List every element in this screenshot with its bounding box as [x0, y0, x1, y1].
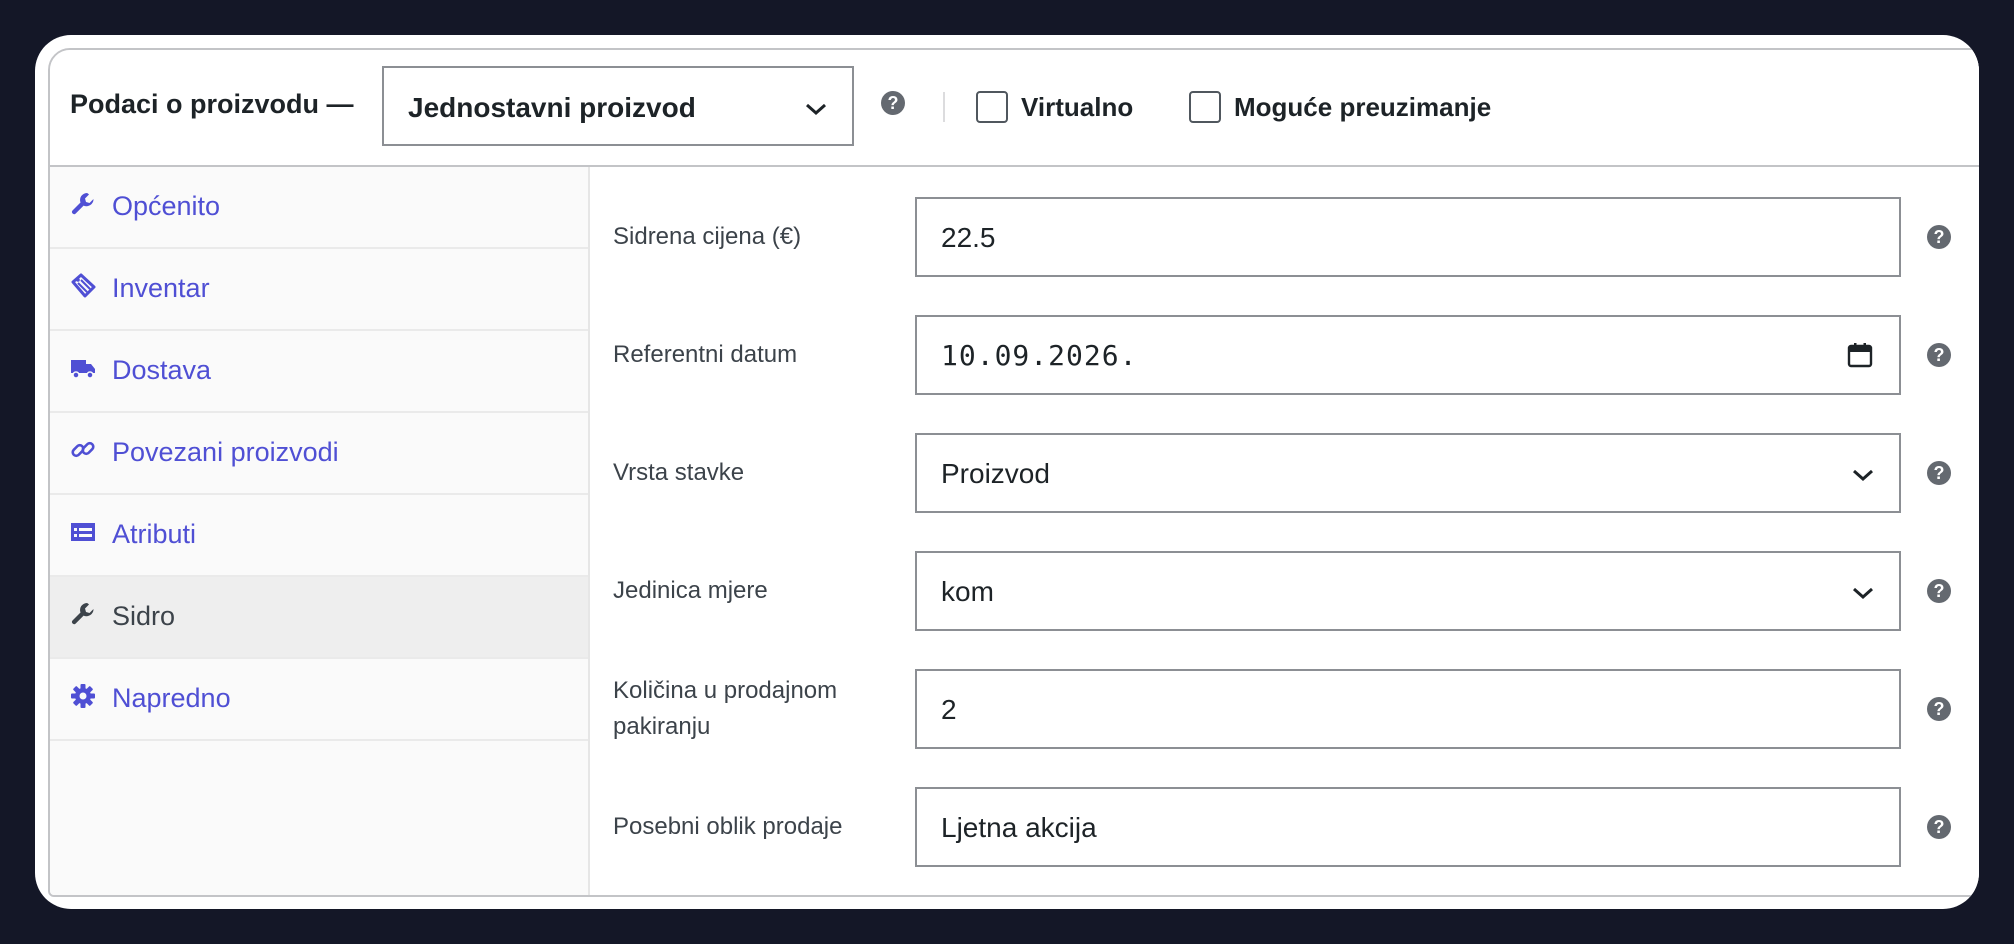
- anchor-price-input[interactable]: 22.5: [915, 197, 1901, 277]
- tab-label: Inventar: [112, 273, 210, 303]
- product-data-card: Podaci o proizvodu — Jednostavni proizvo…: [35, 35, 1979, 909]
- anchor-price-label: Sidrena cijena (€): [613, 223, 802, 250]
- tab-shipping[interactable]: Dostava: [50, 331, 588, 413]
- chevron-down-icon: [1853, 469, 1873, 482]
- reference-date-value: 10.09.2026.: [941, 339, 1138, 372]
- help-icon[interactable]: ?: [1927, 815, 1951, 839]
- wrench-icon: [71, 193, 94, 215]
- list-icon: [71, 523, 95, 541]
- item-type-value: Proizvod: [941, 458, 1050, 489]
- tab-sidro[interactable]: Sidro: [50, 577, 588, 659]
- product-type-select[interactable]: Jednostavni proizvod: [382, 66, 854, 146]
- reference-date-label: Referentni datum: [613, 341, 798, 368]
- tab-inventory[interactable]: Inventar: [50, 249, 588, 331]
- tab-general[interactable]: Općenito: [50, 167, 588, 249]
- header-divider: [943, 92, 945, 122]
- unit-value: kom: [941, 576, 994, 607]
- product-type-value: Jednostavni proizvod: [408, 92, 696, 123]
- gear-icon: [71, 684, 95, 708]
- special-sale-input[interactable]: Ljetna akcija: [915, 787, 1901, 867]
- package-quantity-input[interactable]: 2: [915, 669, 1901, 749]
- help-icon[interactable]: ?: [1927, 579, 1951, 603]
- unit-label: Jedinica mjere: [613, 577, 768, 604]
- panel-header: Podaci o proizvodu — Jednostavni proizvo…: [50, 50, 1979, 167]
- package-quantity-label: Količina u prodajnom pakiranju: [613, 677, 838, 740]
- anchor-price-value: 22.5: [941, 222, 996, 253]
- truck-icon: [71, 360, 95, 379]
- link-icon: [71, 441, 95, 458]
- help-icon[interactable]: ?: [1927, 225, 1951, 249]
- product-data-panel: Podaci o proizvodu — Jednostavni proizvo…: [48, 48, 1979, 897]
- tab-advanced[interactable]: Napredno: [50, 659, 588, 741]
- virtual-label[interactable]: Virtualno: [1021, 92, 1133, 123]
- help-icon[interactable]: ?: [1927, 697, 1951, 721]
- tab-attributes[interactable]: Atributi: [50, 495, 588, 577]
- help-icon[interactable]: ?: [881, 91, 905, 115]
- item-type-select[interactable]: Proizvod: [915, 433, 1901, 513]
- chevron-down-icon: [806, 103, 826, 116]
- tag-icon: [71, 273, 96, 298]
- virtual-checkbox[interactable]: [976, 91, 1008, 123]
- downloadable-checkbox[interactable]: [1189, 91, 1221, 123]
- tab-label: Napredno: [112, 683, 231, 713]
- special-sale-label: Posebni oblik prodaje: [613, 813, 843, 840]
- tab-linked-products[interactable]: Povezani proizvodi: [50, 413, 588, 495]
- downloadable-label[interactable]: Moguće preuzimanje: [1234, 92, 1491, 123]
- tab-label: Atributi: [112, 519, 197, 549]
- wrench-icon: [71, 603, 94, 625]
- calendar-icon[interactable]: [1847, 342, 1873, 368]
- item-type-label: Vrsta stavke: [613, 459, 745, 486]
- unit-select[interactable]: kom: [915, 551, 1901, 631]
- tab-label: Povezani proizvodi: [112, 437, 339, 467]
- reference-date-input[interactable]: 10.09.2026.: [915, 315, 1901, 395]
- chevron-down-icon: [1853, 587, 1873, 600]
- tab-label: Općenito: [112, 191, 221, 221]
- panel-title: Podaci o proizvodu —: [70, 89, 354, 119]
- tab-label: Dostava: [112, 355, 212, 385]
- help-icon[interactable]: ?: [1927, 461, 1951, 485]
- product-data-tabs: Općenito Inventar Dostava Povezani proiz…: [50, 167, 590, 895]
- special-sale-value: Ljetna akcija: [941, 812, 1097, 843]
- tab-label: Sidro: [112, 601, 176, 631]
- package-quantity-value: 2: [941, 694, 957, 725]
- help-icon[interactable]: ?: [1927, 343, 1951, 367]
